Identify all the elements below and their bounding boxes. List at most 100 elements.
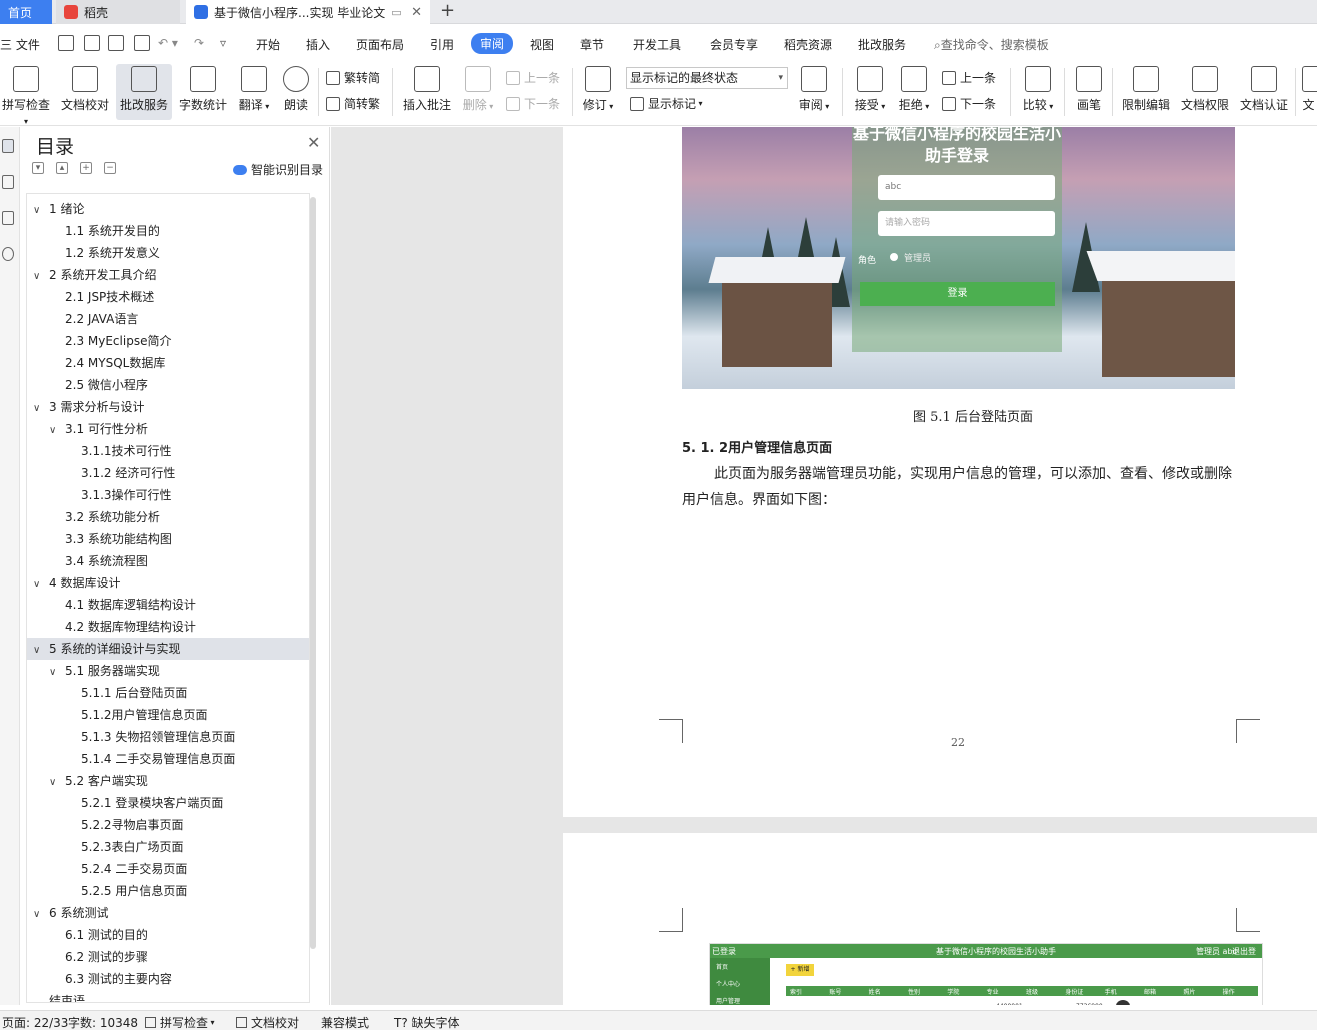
reject-button[interactable]: 拒绝 ▾ <box>894 64 934 120</box>
word-count-indicator[interactable]: 字数: 10348 <box>68 1014 138 1030</box>
toc-item[interactable]: ∨ 3.1 可行性分析 <box>27 418 309 440</box>
command-search[interactable]: ⌕查找命令、搜索模板 <box>934 36 1049 53</box>
simp-to-trad-button[interactable]: 简转繁 <box>326 95 380 112</box>
menu-references[interactable]: 引用 <box>430 36 454 53</box>
toc-item[interactable]: ∨ 1 绪论 <box>27 198 309 220</box>
toc-item[interactable]: 结束语 <box>27 990 309 1002</box>
new-tab-button[interactable]: + <box>440 0 455 24</box>
toc-item[interactable]: 5.2.1 登录模块客户端页面 <box>27 792 309 814</box>
toc-item[interactable]: 5.2.5 用户信息页面 <box>27 880 309 902</box>
collapse-all-icon[interactable]: ▾ <box>32 162 44 174</box>
next-change-button[interactable]: 下一条 <box>942 95 996 112</box>
toc-item[interactable]: 6.2 测试的步骤 <box>27 946 309 968</box>
menu-review-service[interactable]: 批改服务 <box>858 36 906 53</box>
ink-button[interactable]: 画笔 <box>1070 64 1108 120</box>
toc-item[interactable]: 2.4 MYSQL数据库 <box>27 352 309 374</box>
toc-item[interactable]: 1.1 系统开发目的 <box>27 220 309 242</box>
word-count-button[interactable]: 字数统计 <box>176 64 230 120</box>
toc-item[interactable]: 3.4 系统流程图 <box>27 550 309 572</box>
toc-item[interactable]: ∨ 5.1 服务器端实现 <box>27 660 309 682</box>
toc-item[interactable]: 1.2 系统开发意义 <box>27 242 309 264</box>
menu-view[interactable]: 视图 <box>530 36 554 53</box>
status-spellcheck[interactable]: 拼写检查 ▾ <box>145 1014 215 1030</box>
toc-item[interactable]: 5.1.4 二手交易管理信息页面 <box>27 748 309 770</box>
tab-document[interactable]: 基于微信小程序...实现 毕业论文 ▭ ✕ <box>186 0 430 24</box>
show-markup-button[interactable]: 显示标记 ▾ <box>630 95 703 112</box>
toc-item[interactable]: 2.2 JAVA语言 <box>27 308 309 330</box>
close-tab-icon[interactable]: ✕ <box>411 5 422 20</box>
accept-button[interactable]: 接受 ▾ <box>850 64 890 120</box>
toc-item[interactable]: 5.1.3 失物招领管理信息页面 <box>27 726 309 748</box>
chevron-down-icon[interactable]: ∨ <box>33 398 45 420</box>
toc-item[interactable]: 2.3 MyEclipse简介 <box>27 330 309 352</box>
redo-icon[interactable]: ↷ <box>194 36 204 50</box>
chevron-down-icon[interactable]: ∨ <box>33 574 45 596</box>
undo-icon[interactable]: ↶ ▾ <box>158 36 178 50</box>
menu-review[interactable]: 审阅 <box>471 33 514 54</box>
translate-button[interactable]: 翻译 ▾ <box>234 64 274 120</box>
toc-item[interactable]: 5.1.1 后台登陆页面 <box>27 682 309 704</box>
tab-daoke[interactable]: 稻壳 <box>56 0 180 24</box>
insert-comment-button[interactable]: 插入批注 <box>400 64 454 120</box>
status-doc-check[interactable]: 文档校对 <box>236 1014 299 1030</box>
compat-mode[interactable]: 兼容模式 <box>321 1014 369 1030</box>
markup-mode-select[interactable]: 显示标记的最终状态 ▾ <box>626 67 788 89</box>
toc-item[interactable]: 4.2 数据库物理结构设计 <box>27 616 309 638</box>
toc-item[interactable]: 3.2 系统功能分析 <box>27 506 309 528</box>
restrict-edit-button[interactable]: 限制编辑 <box>1118 64 1174 120</box>
print-preview-icon[interactable] <box>134 35 150 51</box>
search-icon[interactable] <box>2 247 14 261</box>
toc-item[interactable]: 5.2.2寻物启事页面 <box>27 814 309 836</box>
bookmark-icon[interactable] <box>2 211 14 225</box>
toc-item[interactable]: ∨ 2 系统开发工具介绍 <box>27 264 309 286</box>
spellcheck-button[interactable]: 拼写检查 ▾ <box>0 64 52 126</box>
chapter-icon[interactable] <box>2 175 14 189</box>
read-aloud-button[interactable]: 朗读 <box>278 64 314 120</box>
toc-panel-icon[interactable] <box>2 139 14 153</box>
track-changes-button[interactable]: 修订 ▾ <box>578 64 618 120</box>
export-pdf-icon[interactable] <box>84 35 100 51</box>
toc-item[interactable]: 3.1.1技术可行性 <box>27 440 309 462</box>
file-menu[interactable]: 三 文件 <box>0 36 40 53</box>
toc-item[interactable]: ∨ 3 需求分析与设计 <box>27 396 309 418</box>
toc-item[interactable]: 3.1.3操作可行性 <box>27 484 309 506</box>
toc-item[interactable]: 3.3 系统功能结构图 <box>27 528 309 550</box>
chevron-down-icon[interactable]: ∨ <box>49 662 61 684</box>
menu-start[interactable]: 开始 <box>256 36 280 53</box>
remove-heading-icon[interactable]: − <box>104 162 116 174</box>
next-comment-button[interactable]: 下一条 <box>506 95 560 112</box>
chevron-down-icon[interactable]: ∨ <box>33 200 45 222</box>
menu-page-layout[interactable]: 页面布局 <box>356 36 404 53</box>
toc-item[interactable]: ∨ 6 系统测试 <box>27 902 309 924</box>
doc-cert-button[interactable]: 文档认证 <box>1236 64 1292 120</box>
chevron-down-icon[interactable]: ∨ <box>33 640 45 662</box>
add-heading-icon[interactable]: + <box>80 162 92 174</box>
menu-daoke-resources[interactable]: 稻壳资源 <box>784 36 832 53</box>
delete-comment-button[interactable]: 删除 ▾ <box>458 64 498 120</box>
menu-insert[interactable]: 插入 <box>306 36 330 53</box>
tab-home[interactable]: 首页 <box>0 0 52 24</box>
toc-item[interactable]: ∨ 4 数据库设计 <box>27 572 309 594</box>
chevron-down-icon[interactable]: ∨ <box>33 266 45 288</box>
compare-button[interactable]: 比较 ▾ <box>1018 64 1058 120</box>
doc-permission-button[interactable]: 文档权限 <box>1178 64 1232 120</box>
close-icon[interactable]: ✕ <box>307 133 320 152</box>
toc-item[interactable]: 5.2.3表白广场页面 <box>27 836 309 858</box>
chevron-down-icon[interactable]: ∨ <box>33 904 45 926</box>
toc-item[interactable]: 4.1 数据库逻辑结构设计 <box>27 594 309 616</box>
prev-change-button[interactable]: 上一条 <box>942 69 996 86</box>
chevron-down-icon[interactable]: ∨ <box>49 420 61 442</box>
prev-comment-button[interactable]: 上一条 <box>506 69 560 86</box>
menu-member[interactable]: 会员专享 <box>710 36 758 53</box>
toc-item[interactable]: 3.1.2 经济可行性 <box>27 462 309 484</box>
trad-to-simp-button[interactable]: 繁转简 <box>326 69 380 86</box>
missing-font[interactable]: T? 缺失字体 <box>394 1014 460 1030</box>
toc-item[interactable]: 5.2.4 二手交易页面 <box>27 858 309 880</box>
doc-check-button[interactable]: 文档校对 <box>58 64 112 120</box>
ribbon-overflow-button[interactable]: 文 <box>1300 64 1317 120</box>
toc-item[interactable]: 6.3 测试的主要内容 <box>27 968 309 990</box>
review-pane-button[interactable]: 审阅 ▾ <box>794 64 834 120</box>
page-indicator[interactable]: 页面: 22/33 <box>2 1014 68 1030</box>
toc-item[interactable]: 2.5 微信小程序 <box>27 374 309 396</box>
toc-item[interactable]: ∨ 5.2 客户端实现 <box>27 770 309 792</box>
